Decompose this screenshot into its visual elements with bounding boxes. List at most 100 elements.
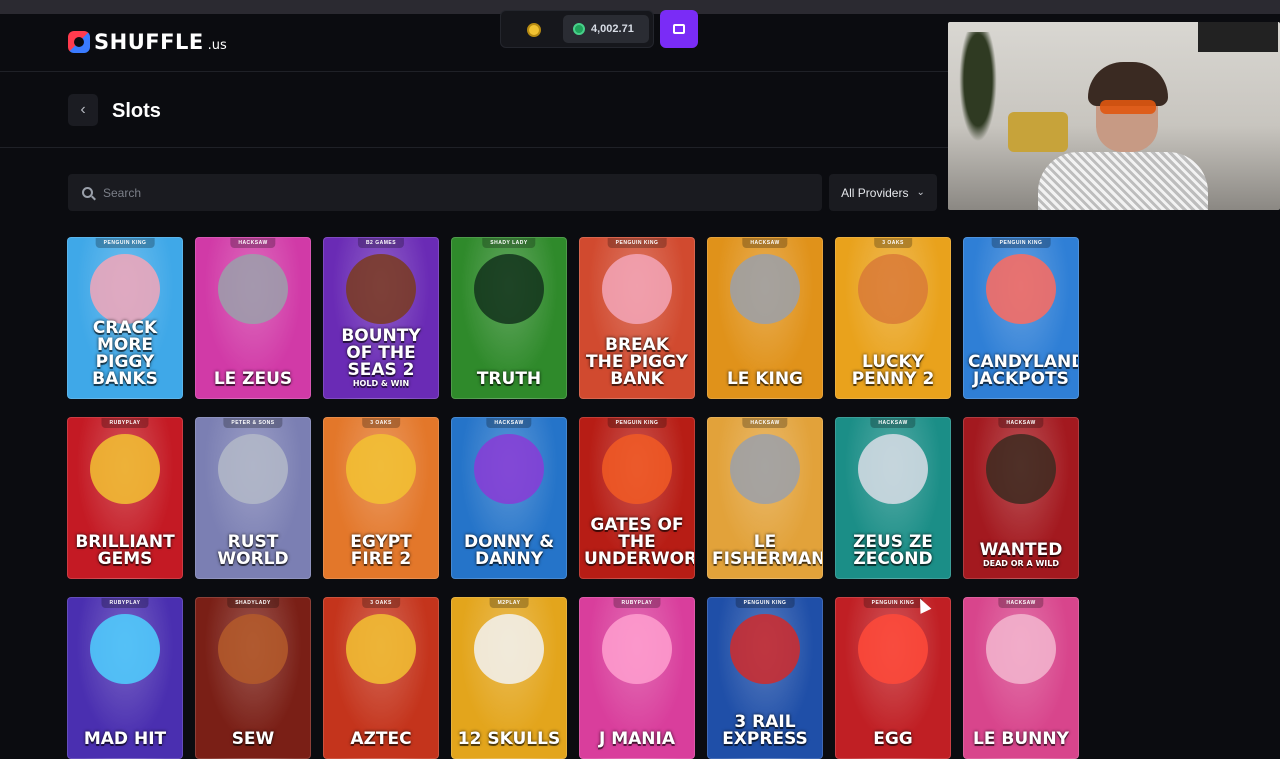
game-card[interactable]: RUBYPLAY Mad Hit bbox=[67, 597, 183, 759]
currency-icon bbox=[573, 23, 585, 35]
game-provider: M2PLAY bbox=[489, 598, 529, 608]
game-card[interactable]: M2PLAY 12 Skulls bbox=[451, 597, 567, 759]
game-title: Le Fisherman bbox=[712, 534, 822, 568]
game-card[interactable]: PENGUIN KING Candyland Jackpots bbox=[963, 237, 1079, 399]
game-title: Egg bbox=[840, 731, 946, 748]
game-artwork bbox=[346, 254, 416, 325]
game-title: Break the Piggy Bank bbox=[584, 337, 690, 388]
game-artwork bbox=[986, 614, 1056, 685]
webcam-overlay bbox=[948, 22, 1280, 210]
game-card[interactable]: RUBYPLAY J Mania bbox=[579, 597, 695, 759]
chevron-down-icon: ⌄ bbox=[916, 187, 925, 198]
game-card[interactable]: HACKSAW Le Zeus bbox=[195, 237, 311, 399]
game-title: Egypt Fire 2 bbox=[328, 534, 434, 568]
game-provider: PETER & SONS bbox=[223, 418, 283, 428]
game-artwork bbox=[474, 434, 544, 505]
game-title: Rust World bbox=[200, 534, 306, 568]
game-card[interactable]: HACKSAW Wanted DEAD OR A WILD bbox=[963, 417, 1079, 579]
webcam-plant bbox=[956, 32, 1000, 152]
game-title: Donny & Danny bbox=[456, 534, 562, 568]
game-artwork bbox=[346, 434, 416, 505]
search-bar[interactable] bbox=[68, 174, 822, 211]
game-card[interactable]: HACKSAW Le King bbox=[707, 237, 823, 399]
brand-suffix: .us bbox=[207, 37, 227, 53]
game-title-text: Egg bbox=[873, 729, 913, 749]
game-title-text: 3 Rail Express bbox=[722, 712, 808, 749]
game-grid: PENGUIN KING Crack More Piggy Banks HACKSA… bbox=[67, 237, 1079, 759]
game-title: 3 Rail Express bbox=[712, 714, 818, 748]
game-provider: SHADY LADY bbox=[482, 238, 536, 248]
game-card[interactable]: RUBYPLAY Brilliant Gems bbox=[67, 417, 183, 579]
game-card[interactable]: HACKSAW Donny & Danny bbox=[451, 417, 567, 579]
game-card[interactable]: PENGUIN KING Egg bbox=[835, 597, 951, 759]
game-card[interactable]: HACKSAW Le Fisherman bbox=[707, 417, 823, 579]
game-title-text: Rust World bbox=[217, 532, 289, 569]
game-provider: HACKSAW bbox=[742, 418, 788, 428]
game-title-text: Bounty of the Seas 2 bbox=[341, 326, 421, 380]
game-provider: SHADYLADY bbox=[227, 598, 279, 608]
game-title-text: Truth bbox=[476, 369, 542, 389]
game-provider: RUBYPLAY bbox=[101, 418, 149, 428]
game-title: Brilliant Gems bbox=[72, 534, 178, 568]
game-title-text: Brilliant Gems bbox=[75, 532, 175, 569]
game-title-text: Le Bunny bbox=[973, 729, 1069, 749]
game-provider: 3 OAKS bbox=[362, 418, 400, 428]
logo[interactable]: SHUFFLE .us bbox=[68, 30, 227, 54]
game-card[interactable]: 3 OAKS Aztec bbox=[323, 597, 439, 759]
game-artwork bbox=[90, 254, 160, 325]
game-title-text: Crack More Piggy Banks bbox=[92, 318, 158, 389]
game-artwork bbox=[218, 614, 288, 685]
game-card[interactable]: 3 OAKS Egypt Fire 2 bbox=[323, 417, 439, 579]
game-title-text: Wanted bbox=[979, 540, 1063, 560]
shuffle-logo-icon bbox=[68, 31, 90, 53]
game-artwork bbox=[474, 614, 544, 685]
game-card[interactable]: 3 OAKS Lucky Penny 2 bbox=[835, 237, 951, 399]
game-title-text: Mad Hit bbox=[83, 729, 167, 749]
game-provider: RUBYPLAY bbox=[101, 598, 149, 608]
game-artwork bbox=[730, 434, 800, 505]
game-artwork bbox=[602, 254, 672, 325]
game-card[interactable]: HACKSAW Zeus ze Zecond bbox=[835, 417, 951, 579]
game-provider: HACKSAW bbox=[486, 418, 532, 428]
game-card[interactable]: SHADY LADY Truth bbox=[451, 237, 567, 399]
wallet-icon bbox=[673, 24, 685, 34]
game-title-text: Aztec bbox=[350, 729, 412, 749]
game-card[interactable]: B2 GAMES Bounty of the Seas 2 HOLD & WIN bbox=[323, 237, 439, 399]
coin-icon[interactable] bbox=[527, 23, 541, 37]
webcam-couch bbox=[1008, 112, 1068, 152]
search-input[interactable] bbox=[103, 185, 783, 200]
game-card[interactable]: PETER & SONS Rust World bbox=[195, 417, 311, 579]
game-title-text: Sew bbox=[231, 729, 275, 749]
game-title-text: Candyland Jackpots bbox=[968, 352, 1079, 389]
game-title: Lucky Penny 2 bbox=[840, 354, 946, 388]
game-artwork bbox=[858, 254, 928, 325]
game-title: Le Bunny bbox=[968, 731, 1074, 748]
game-provider: 3 OAKS bbox=[874, 238, 912, 248]
game-card[interactable]: PENGUIN KING Break the Piggy Bank bbox=[579, 237, 695, 399]
game-provider: PENGUIN KING bbox=[863, 598, 923, 608]
game-artwork bbox=[986, 434, 1056, 505]
balance-amount: 4,002.71 bbox=[591, 23, 634, 35]
game-artwork bbox=[218, 434, 288, 505]
webcam-sunglasses bbox=[1100, 100, 1156, 114]
game-title-text: Lucky Penny 2 bbox=[851, 352, 935, 389]
providers-dropdown[interactable]: All Providers ⌄ bbox=[829, 174, 937, 211]
game-provider: HACKSAW bbox=[998, 598, 1044, 608]
page-title: Slots bbox=[112, 100, 161, 122]
game-card[interactable]: PENGUIN KING Crack More Piggy Banks bbox=[67, 237, 183, 399]
balance-display[interactable]: 4,002.71 bbox=[563, 15, 649, 43]
game-artwork bbox=[986, 254, 1056, 325]
wallet-button[interactable] bbox=[660, 10, 698, 48]
game-artwork bbox=[602, 434, 672, 505]
game-title: Sew bbox=[200, 731, 306, 748]
game-card[interactable]: SHADYLADY Sew bbox=[195, 597, 311, 759]
back-button[interactable]: ‹ bbox=[68, 94, 98, 126]
game-provider: 3 OAKS bbox=[362, 598, 400, 608]
wallet-selector[interactable]: 4,002.71 bbox=[500, 10, 654, 48]
game-card[interactable]: PENGUIN KING Gates of the Underworld bbox=[579, 417, 695, 579]
game-card[interactable]: HACKSAW Le Bunny bbox=[963, 597, 1079, 759]
game-title: Crack More Piggy Banks bbox=[72, 320, 178, 388]
game-card[interactable]: PENGUIN KING 3 Rail Express bbox=[707, 597, 823, 759]
game-title: Gates of the Underworld bbox=[584, 517, 694, 568]
game-title: Wanted DEAD OR A WILD bbox=[968, 540, 1074, 569]
